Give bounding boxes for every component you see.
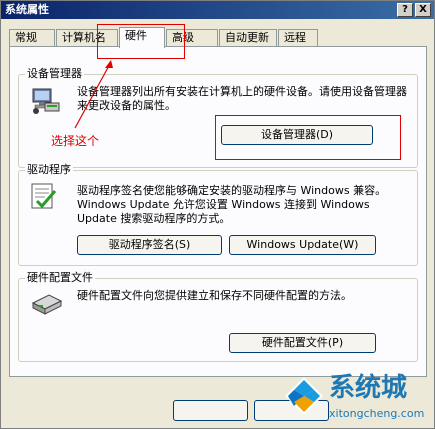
windows-update-button[interactable]: Windows Update(W) [229, 235, 376, 255]
close-button[interactable]: X [415, 3, 431, 17]
tab-automatic-updates[interactable]: 自动更新 [219, 29, 277, 47]
annotation-box-device-manager [215, 115, 401, 160]
ok-button[interactable] [173, 400, 248, 421]
hardware-profiles-description: 硬件配置文件向您提供建立和保存不同硬件配置的方法。 [77, 289, 352, 302]
window-title: 系统属性 [5, 3, 49, 16]
tab-hardware[interactable]: 硬件 [119, 27, 165, 48]
title-bar[interactable]: 系统属性 ? X [1, 1, 434, 19]
watermark: 系统城 xitongcheng.com [283, 371, 433, 427]
drivers-title: 驱动程序 [25, 163, 73, 177]
hardware-profiles-icon [31, 294, 63, 315]
drivers-group: 驱动程序 驱动程序签名使您能够确定安装的驱动程序与 Windows 兼容。Win… [18, 163, 418, 266]
watermark-name: 系统城 [329, 373, 408, 403]
tab-remote[interactable]: 远程 [278, 29, 318, 47]
annotation-text: 选择这个 [51, 134, 100, 148]
hardware-profiles-title: 硬件配置文件 [25, 271, 95, 285]
system-properties-window: 系统属性 ? X 常规 计算机名 硬件 高级 自动更新 远程 设备管理器 设备管… [0, 0, 435, 429]
device-manager-description: 设备管理器列出所有安装在计算机上的硬件设备。请使用设备管理器来更改设备的属性。 [77, 85, 407, 112]
drivers-description: 驱动程序签名使您能够确定安装的驱动程序与 Windows 兼容。Windows … [77, 184, 387, 225]
watermark-logo-icon [285, 377, 323, 415]
driver-signing-button[interactable]: 驱动程序签名(S) [77, 235, 222, 255]
device-manager-icon [32, 88, 60, 114]
annotation-arrow [74, 60, 113, 129]
help-button[interactable]: ? [397, 3, 413, 17]
driver-signing-icon [31, 183, 57, 209]
watermark-url: xitongcheng.com [329, 407, 425, 420]
hardware-profiles-group: 硬件配置文件 硬件配置文件向您提供建立和保存不同硬件配置的方法。 硬件配置文件(… [18, 271, 418, 362]
hardware-profiles-button[interactable]: 硬件配置文件(P) [229, 333, 376, 353]
tab-general[interactable]: 常规 [9, 29, 55, 47]
